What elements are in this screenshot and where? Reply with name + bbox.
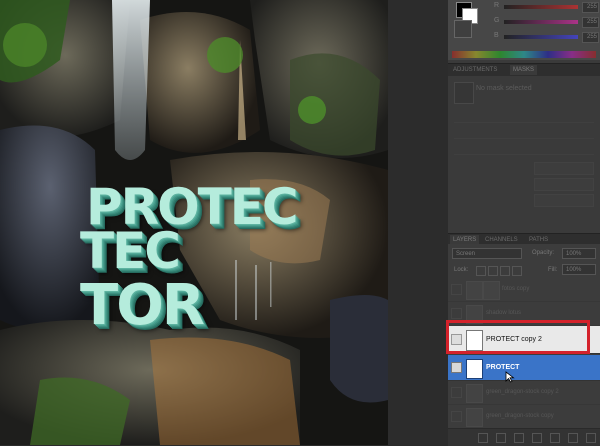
layer-name: PROTECT <box>486 364 520 371</box>
color-slider-green[interactable]: G 255 <box>494 17 600 28</box>
workspace-background <box>388 0 448 445</box>
color-range-button[interactable] <box>534 178 594 191</box>
layer-thumbnail <box>466 359 483 379</box>
channel-label: G <box>494 17 500 24</box>
link-layers-icon[interactable] <box>478 433 488 443</box>
protector-text-line-3: TOR <box>80 273 205 338</box>
lock-transparency-icon[interactable] <box>476 266 486 276</box>
mask-status-label: No mask selected <box>476 85 532 92</box>
layer-row[interactable]: green_dragon-stock copy 2 <box>448 381 600 405</box>
document-canvas[interactable]: PROTEC TEC TOR <box>0 0 388 445</box>
channel-label: B <box>494 32 499 39</box>
adjustment-layer-icon[interactable] <box>532 433 542 443</box>
mask-thumbnail <box>454 82 474 104</box>
opacity-field[interactable]: 100% <box>562 248 596 259</box>
trash-icon[interactable] <box>586 433 596 443</box>
new-layer-icon[interactable] <box>568 433 578 443</box>
channel-value[interactable]: 255 <box>582 2 599 13</box>
tab-adjustments[interactable]: ADJUSTMENTS <box>450 65 500 75</box>
layers-panel: Screen Opacity: 100% Lock: Fill: 100% fo… <box>448 244 600 446</box>
fill-label: Fill: <box>548 267 558 273</box>
layer-row[interactable]: shadow lotus <box>448 302 600 326</box>
density-slider[interactable] <box>454 112 594 123</box>
lock-pixels-icon[interactable] <box>488 266 498 276</box>
feather-slider[interactable] <box>454 128 594 139</box>
new-group-icon[interactable] <box>550 433 560 443</box>
color-slider-blue[interactable]: B 255 <box>494 32 600 43</box>
lock-position-icon[interactable] <box>500 266 510 276</box>
layer-mask-thumbnail <box>483 281 500 300</box>
color-spectrum-bar[interactable] <box>452 51 596 58</box>
refine-row[interactable] <box>454 144 594 155</box>
invert-button[interactable] <box>534 194 594 207</box>
cursor-icon <box>505 371 515 383</box>
add-mask-icon[interactable] <box>514 433 524 443</box>
mask-edge-button[interactable] <box>534 162 594 175</box>
channel-label: R <box>494 2 500 9</box>
visibility-toggle[interactable] <box>451 387 462 398</box>
layer-name: shadow lotus <box>486 310 522 316</box>
protector-text-line-2: TEC <box>80 222 181 280</box>
eye-icon[interactable] <box>451 334 462 345</box>
layer-thumbnail <box>466 305 483 324</box>
tab-masks[interactable]: MASKS <box>510 65 538 75</box>
masks-panel: No mask selected <box>448 76 600 232</box>
layer-row[interactable]: green_dragon-stock copy <box>448 405 600 429</box>
masks-tab-strip: ADJUSTMENTS MASKS <box>448 63 600 76</box>
slider-track[interactable] <box>504 20 578 24</box>
swap-colors-icon[interactable] <box>454 20 472 38</box>
visibility-toggle[interactable] <box>451 308 462 319</box>
layer-row-protect-copy-2[interactable]: PROTECT copy 2 <box>448 326 600 354</box>
layer-thumbnail <box>466 408 483 427</box>
slider-track[interactable] <box>504 5 578 9</box>
layers-footer <box>448 428 600 446</box>
layer-row[interactable]: fotos copy <box>448 278 600 302</box>
visibility-toggle[interactable] <box>451 284 462 295</box>
channel-value[interactable]: 255 <box>582 17 599 28</box>
panel-dock: R 255 G 255 B 255 ADJUSTMENTS MASKS No m… <box>448 0 600 446</box>
color-panel: R 255 G 255 B 255 <box>448 0 600 60</box>
layer-name: green_dragon-stock copy 2 <box>486 389 559 395</box>
opacity-label: Opacity: <box>532 250 555 256</box>
slider-track[interactable] <box>504 35 578 39</box>
lock-label: Lock: <box>454 267 469 273</box>
layer-name: PROTECT copy 2 <box>486 336 542 343</box>
color-slider-red[interactable]: R 255 <box>494 2 600 13</box>
layer-row-protect-selected[interactable]: PROTECT <box>448 355 600 381</box>
channel-value[interactable]: 255 <box>582 32 599 43</box>
blend-mode-select[interactable]: Screen <box>452 248 522 259</box>
visibility-toggle[interactable] <box>451 411 462 422</box>
layer-thumbnail <box>466 281 483 300</box>
eye-icon[interactable] <box>451 362 462 373</box>
layer-style-icon[interactable] <box>496 433 506 443</box>
layer-name: green_dragon-stock copy <box>486 413 554 419</box>
fill-field[interactable]: 100% <box>562 264 596 275</box>
layer-thumbnail <box>466 384 483 403</box>
layer-name: fotos copy <box>502 286 530 292</box>
lock-all-icon[interactable] <box>512 266 522 276</box>
layer-thumbnail <box>466 330 483 351</box>
